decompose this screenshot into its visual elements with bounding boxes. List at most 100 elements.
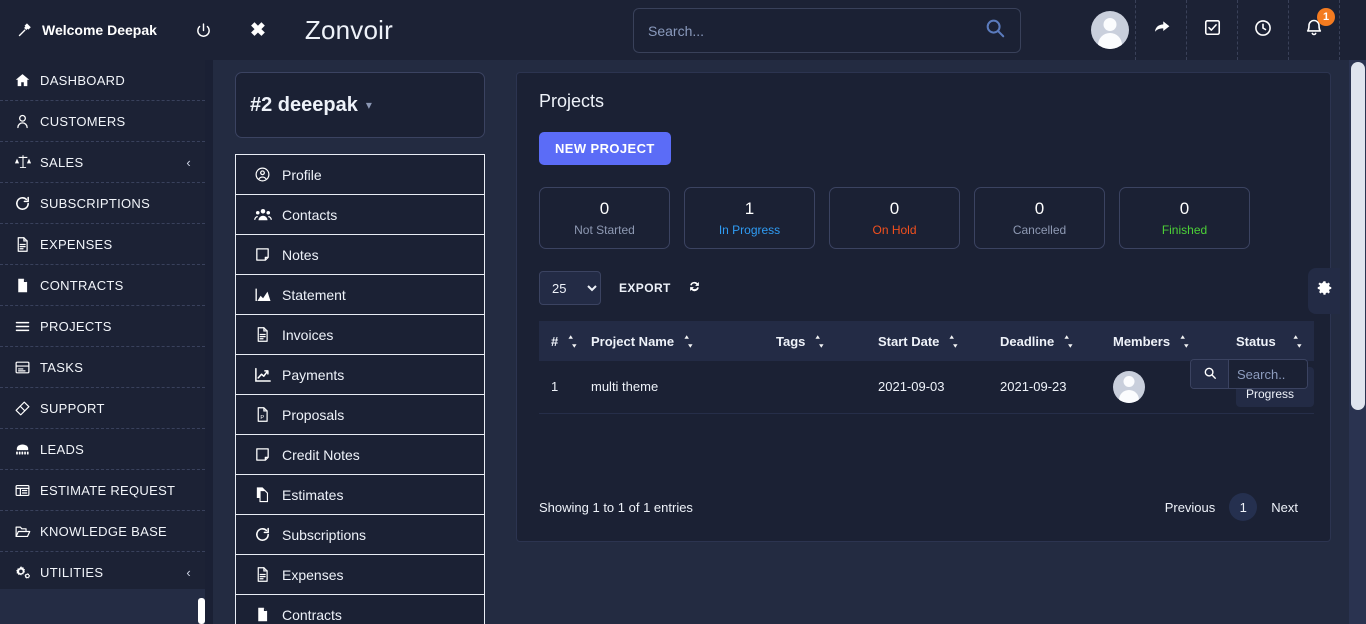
- sidebar-item-estimate-request[interactable]: ESTIMATE REQUEST: [0, 470, 205, 511]
- export-button[interactable]: EXPORT: [619, 281, 671, 295]
- sort-icon[interactable]: [568, 335, 577, 348]
- sidebar-item-customers[interactable]: CUSTOMERS: [0, 101, 205, 142]
- cell-num: 1: [539, 361, 591, 413]
- sidebar-scrollbar[interactable]: [198, 598, 205, 624]
- chevron-left-icon[interactable]: ‹: [186, 565, 191, 580]
- timer-button[interactable]: [1238, 0, 1289, 60]
- client-menu-item-subscriptions[interactable]: Subscriptions: [236, 515, 484, 555]
- col-status[interactable]: Status: [1236, 321, 1314, 361]
- client-menu-item-contacts[interactable]: Contacts: [236, 195, 484, 235]
- stat-in-progress[interactable]: 1 In Progress: [684, 187, 815, 249]
- sidebar-item-subscriptions[interactable]: SUBSCRIPTIONS: [0, 183, 205, 224]
- sort-icon[interactable]: [1293, 335, 1302, 348]
- sidebar-item-contracts[interactable]: CONTRACTS: [0, 265, 205, 306]
- sidebar-label: CUSTOMERS: [40, 114, 126, 129]
- client-menu-label: Statement: [282, 287, 346, 303]
- client-menu-item-expenses[interactable]: Expenses: [236, 555, 484, 595]
- sort-icon[interactable]: [949, 335, 958, 348]
- sidebar-item-tasks[interactable]: TASKS: [0, 347, 205, 388]
- todo-button[interactable]: [1187, 0, 1238, 60]
- sidebar-item-sales[interactable]: SALES ‹: [0, 142, 205, 183]
- header-avatar-cell[interactable]: [1085, 0, 1136, 60]
- client-menu-item-contracts[interactable]: Contracts: [236, 595, 484, 624]
- chevron-down-icon[interactable]: ▾: [366, 98, 372, 112]
- sidebar-item-support[interactable]: SUPPORT: [0, 388, 205, 429]
- page-scrollbar-thumb[interactable]: [1351, 62, 1365, 410]
- notifications-button[interactable]: 1: [1289, 0, 1340, 60]
- user-icon: [14, 113, 40, 130]
- top-header: Welcome Deepak ✖ Zonvoir: [0, 0, 1366, 60]
- client-menu-item-payments[interactable]: Payments: [236, 355, 484, 395]
- clock-icon[interactable]: [1253, 18, 1273, 43]
- refresh-icon: [687, 279, 702, 297]
- table-search-input[interactable]: [1229, 360, 1307, 388]
- file-lines-icon: [254, 566, 282, 583]
- avatar[interactable]: [1091, 11, 1129, 49]
- share-icon[interactable]: [1151, 17, 1172, 43]
- client-menu-label: Contracts: [282, 607, 342, 623]
- folder-open-icon: [14, 523, 40, 540]
- sort-icon[interactable]: [1064, 335, 1073, 348]
- client-selector[interactable]: #2 deeepak ▾: [235, 72, 485, 138]
- col-project-name[interactable]: Project Name: [591, 321, 776, 361]
- new-project-button[interactable]: NEW PROJECT: [539, 132, 671, 165]
- col-deadline[interactable]: Deadline: [1000, 321, 1113, 361]
- file-invoice-icon: [254, 326, 282, 343]
- welcome-brand: Welcome Deepak: [16, 21, 157, 39]
- share-button[interactable]: [1136, 0, 1187, 60]
- sort-icon[interactable]: [684, 335, 693, 348]
- power-icon[interactable]: [193, 19, 215, 41]
- pagination-next[interactable]: Next: [1261, 494, 1308, 521]
- col-tags[interactable]: Tags: [776, 321, 878, 361]
- gears-icon: [14, 563, 40, 581]
- client-menu-item-invoices[interactable]: Invoices: [236, 315, 484, 355]
- client-menu-item-credit-notes[interactable]: Credit Notes: [236, 435, 484, 475]
- client-menu-item-proposals[interactable]: P Proposals: [236, 395, 484, 435]
- sidebar-item-projects[interactable]: PROJECTS: [0, 306, 205, 347]
- checkbox-icon[interactable]: [1203, 18, 1222, 42]
- global-search[interactable]: [633, 8, 1021, 53]
- stat-finished[interactable]: 0 Finished: [1119, 187, 1250, 249]
- refresh-button[interactable]: [687, 279, 702, 297]
- users-icon: [254, 206, 282, 224]
- stat-not-started[interactable]: 0 Not Started: [539, 187, 670, 249]
- bars-icon: [14, 318, 40, 335]
- col-num[interactable]: #: [539, 321, 591, 361]
- col-start-date[interactable]: Start Date: [878, 321, 1000, 361]
- sidebar-item-utilities[interactable]: UTILITIES ‹: [0, 552, 205, 593]
- note-icon: [254, 246, 282, 263]
- pagination-previous[interactable]: Previous: [1155, 494, 1226, 521]
- file-lines-icon: [14, 236, 40, 253]
- cell-tags: [776, 361, 878, 413]
- client-menu-label: Contacts: [282, 207, 337, 223]
- client-menu-item-estimates[interactable]: Estimates: [236, 475, 484, 515]
- sidebar-item-expenses[interactable]: EXPENSES: [0, 224, 205, 265]
- page-length-select[interactable]: 25 50 100: [539, 271, 601, 305]
- sidebar-item-dashboard[interactable]: DASHBOARD: [0, 60, 205, 101]
- search-input[interactable]: [648, 23, 984, 39]
- settings-tab-button[interactable]: [1308, 268, 1340, 314]
- col-label: Project Name: [591, 334, 674, 349]
- member-avatar[interactable]: [1113, 371, 1145, 403]
- sidebar-item-leads[interactable]: LEADS: [0, 429, 205, 470]
- sidebar-label: PROJECTS: [40, 319, 112, 334]
- search-icon[interactable]: [984, 17, 1006, 44]
- chevron-left-icon[interactable]: ‹: [186, 155, 191, 170]
- table-search-button[interactable]: [1191, 360, 1229, 388]
- client-menu-item-statement[interactable]: Statement: [236, 275, 484, 315]
- close-icon[interactable]: ✖: [247, 19, 269, 41]
- stat-on-hold[interactable]: 0 On Hold: [829, 187, 960, 249]
- client-menu-item-notes[interactable]: Notes: [236, 235, 484, 275]
- stat-cancelled[interactable]: 0 Cancelled: [974, 187, 1105, 249]
- cell-project-name[interactable]: multi theme: [591, 361, 776, 413]
- pagination-page-1[interactable]: 1: [1229, 493, 1257, 521]
- refresh-icon: [14, 195, 40, 212]
- sidebar-item-knowledge-base[interactable]: KNOWLEDGE BASE: [0, 511, 205, 552]
- table-search[interactable]: [1190, 359, 1308, 389]
- client-menu-item-profile[interactable]: Profile: [236, 155, 484, 195]
- sort-icon[interactable]: [815, 335, 824, 348]
- sort-icon[interactable]: [1180, 335, 1189, 348]
- gear-icon: [1316, 280, 1333, 302]
- col-members[interactable]: Members: [1113, 321, 1236, 361]
- table-header-row: # Project Name: [539, 321, 1314, 361]
